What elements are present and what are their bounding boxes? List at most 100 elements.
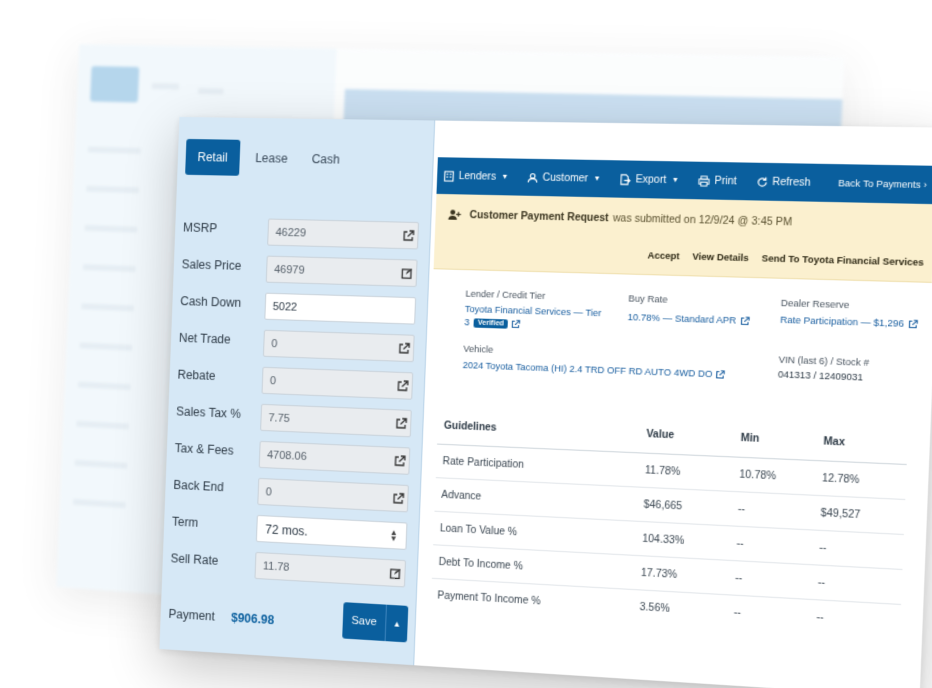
caret-down-icon: ▼ xyxy=(593,174,601,183)
row-label: Payment To Income % xyxy=(437,590,541,608)
sales-price-field[interactable]: 46979 xyxy=(265,255,418,288)
tab-cash[interactable]: Cash xyxy=(299,142,352,177)
row-label: Debt To Income % xyxy=(438,556,523,573)
sales-price-label: Sales Price xyxy=(181,257,242,273)
view-details-button[interactable]: View Details xyxy=(692,251,749,263)
term-label: Term xyxy=(171,514,199,530)
tax-fees-field[interactable]: 4708.06 xyxy=(258,440,411,475)
customer-menu[interactable]: Customer ▼ xyxy=(527,172,601,185)
net-trade-field[interactable]: 0 xyxy=(262,329,415,363)
row-min: -- xyxy=(737,503,746,516)
row-value: $46,665 xyxy=(643,498,683,513)
back-end-external-link-icon[interactable] xyxy=(388,485,409,511)
save-button-label: Save xyxy=(351,614,377,629)
caret-down-icon: ▼ xyxy=(671,176,680,184)
row-max: -- xyxy=(817,576,826,589)
ghost-tab xyxy=(197,87,224,95)
export-label: Export xyxy=(635,173,667,186)
sell-rate-edit-icon[interactable] xyxy=(385,560,406,586)
deal-desk-card: Retail Lease Cash MSRP 46229 Sales Price… xyxy=(159,116,932,688)
deal-type-tabs: Retail Lease Cash xyxy=(185,138,352,178)
term-select[interactable]: 72 mos. ▲ ▼ xyxy=(255,514,408,550)
buy-rate-value: 10.78% — Standard APR xyxy=(627,311,737,326)
rebate-row: Rebate 0 xyxy=(177,364,417,401)
buy-rate-label: Buy Rate xyxy=(628,293,668,305)
external-link-icon xyxy=(511,319,521,329)
sales-tax-field[interactable]: 7.75 xyxy=(260,403,412,438)
lenders-label: Lenders xyxy=(458,170,497,183)
row-label: Rate Participation xyxy=(442,455,525,471)
building-icon xyxy=(443,170,455,181)
back-end-row: Back End 0 xyxy=(173,474,413,514)
lender-tier-label: Lender / Credit Tier xyxy=(465,288,546,302)
term-row: Term 72 mos. ▲ ▼ xyxy=(171,511,411,552)
external-link-icon xyxy=(739,316,749,326)
sales-tax-label: Sales Tax % xyxy=(175,404,242,422)
vehicle-link[interactable]: 2024 Toyota Tacoma (HI) 2.4 TRD OFF RD A… xyxy=(463,360,726,380)
payment-inputs-panel: Retail Lease Cash MSRP 46229 Sales Price… xyxy=(159,116,436,666)
back-end-field[interactable]: 0 xyxy=(257,477,409,513)
accept-button[interactable]: Accept xyxy=(647,250,679,261)
cash-down-field[interactable]: 5022 xyxy=(264,292,417,325)
sell-rate-field[interactable]: 11.78 xyxy=(254,551,407,588)
net-trade-external-link-icon[interactable] xyxy=(393,335,414,361)
sales-tax-external-link-icon[interactable] xyxy=(390,410,411,436)
payment-label: Payment xyxy=(168,606,216,624)
tax-fees-label: Tax & Fees xyxy=(174,441,234,458)
header-min: Min xyxy=(740,432,760,445)
dealer-reserve-label: Dealer Reserve xyxy=(780,297,850,311)
tab-retail[interactable]: Retail xyxy=(185,138,241,176)
select-caret-icon: ▲ ▼ xyxy=(389,527,399,544)
lender-tier-link[interactable]: Toyota Financial Services — Tier xyxy=(465,304,602,319)
row-value: 11.78% xyxy=(644,464,681,478)
export-menu[interactable]: Export ▼ xyxy=(619,173,679,186)
sales-price-edit-icon[interactable] xyxy=(396,260,417,286)
payment-request-notice: Customer Payment Request was submitted o… xyxy=(433,193,932,283)
save-button[interactable]: Save ▲ xyxy=(342,602,409,643)
sales-tax-row: Sales Tax % 7.75 xyxy=(176,400,416,438)
msrp-row: MSRP 46229 xyxy=(182,217,423,251)
row-min: -- xyxy=(736,537,744,550)
print-icon xyxy=(698,175,710,187)
save-dropdown-caret-icon[interactable]: ▲ xyxy=(384,604,409,643)
refresh-button[interactable]: Refresh xyxy=(756,176,811,188)
refresh-icon xyxy=(756,176,768,188)
net-trade-row: Net Trade 0 xyxy=(178,327,418,363)
cash-down-row: Cash Down 5022 xyxy=(180,290,421,326)
header-guidelines: Guidelines xyxy=(443,420,497,434)
notice-actions: Accept View Details Send To Toyota Finan… xyxy=(635,250,924,268)
buy-rate-link[interactable]: 10.78% — Standard APR xyxy=(627,312,749,326)
row-label: Advance xyxy=(441,489,482,503)
dealer-reserve-link[interactable]: Rate Participation — $1,296 xyxy=(780,314,918,329)
tab-lease[interactable]: Lease xyxy=(243,141,301,176)
vin-value: 041313 / 12409031 xyxy=(777,369,864,383)
external-link-icon xyxy=(907,319,917,329)
row-min: -- xyxy=(734,572,743,585)
back-to-payments-link[interactable]: Back To Payments › xyxy=(838,178,927,190)
caret-down-icon: ▼ xyxy=(501,173,509,181)
tax-fees-row: Tax & Fees 4708.06 xyxy=(174,437,414,476)
lender-tier-link-cont[interactable]: 3 Verified xyxy=(464,317,521,329)
print-button[interactable]: Print xyxy=(698,175,737,187)
sell-rate-label: Sell Rate xyxy=(170,551,219,568)
header-value: Value xyxy=(646,428,675,442)
msrp-field[interactable]: 46229 xyxy=(267,218,420,250)
external-link-icon xyxy=(715,369,725,379)
row-value: 104.33% xyxy=(642,532,685,547)
notice-text: was submitted on 12/9/24 @ 3:45 PM xyxy=(612,212,793,229)
row-max: $49,527 xyxy=(820,507,861,521)
msrp-external-link-icon[interactable] xyxy=(398,223,419,249)
tax-fees-external-link-icon[interactable] xyxy=(389,448,410,474)
rebate-field[interactable]: 0 xyxy=(261,366,414,400)
lender-tier-value-2: 3 xyxy=(464,317,470,328)
guidelines-table: Guidelines Value Min Max Rate Participat… xyxy=(431,407,909,640)
net-trade-label: Net Trade xyxy=(178,330,231,347)
lender-tier-value: Toyota Financial Services — Tier xyxy=(464,303,602,319)
lenders-menu[interactable]: Lenders ▼ xyxy=(443,170,508,182)
customer-label: Customer xyxy=(542,171,589,185)
cash-down-label: Cash Down xyxy=(180,294,242,310)
send-to-lender-button[interactable]: Send To Toyota Financial Services xyxy=(762,253,924,268)
notice-message: Customer Payment Request was submitted o… xyxy=(448,208,793,228)
ghost-tab xyxy=(151,83,180,90)
rebate-external-link-icon[interactable] xyxy=(392,373,413,399)
